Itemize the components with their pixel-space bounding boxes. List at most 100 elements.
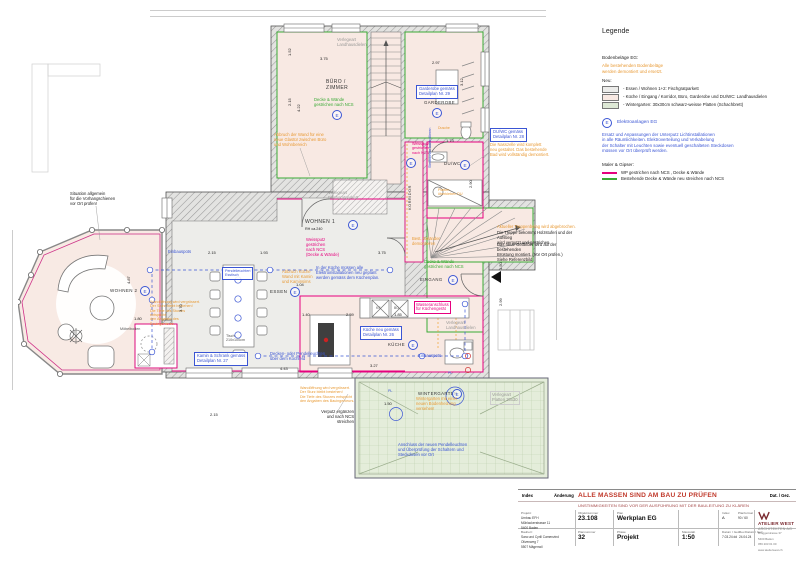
project-value: Umbau EFH Mühlackerstrasse 11 5400 Baden (521, 516, 550, 530)
note-dusche: Dusche (438, 126, 450, 130)
scale-value: 1:50 (682, 534, 695, 541)
electro-marker: E (448, 275, 458, 285)
detail-ref-garderobe: Garderobe gemäss Detailplan Nr. 29 (416, 85, 458, 99)
parquet-swatch (602, 86, 619, 93)
legend-neu-label: Neu: (602, 78, 798, 83)
legend-floor-heading: Bodenbeläge EG: (602, 55, 798, 60)
dimension: 3.75 (320, 56, 328, 61)
electro-marker: E (432, 108, 442, 118)
legend-floor-note: Alle bestehenden Bodenbeläge werden demo… (602, 63, 798, 74)
dimension: 2.59 (346, 312, 354, 317)
dimension: 3.12 (459, 78, 464, 86)
dimension: 1.50 (384, 401, 392, 406)
dim-chain-line (150, 16, 546, 17)
maler-label: WP gestrichen nach NCS , Decke & Wände (621, 171, 704, 176)
project-cell: Projekt: Umbau EFH Mühlackerstrasse 11 5… (521, 511, 573, 530)
rev-date-value: 24.04.24 (739, 535, 751, 539)
dimension: 2.15 (287, 98, 292, 106)
flooring-note: Verlegeart Fischgratparkett (328, 191, 358, 201)
note-wasseranschluss: Wasseranschluss für Küchengerät (414, 301, 451, 314)
dimension: 4.22 (296, 104, 301, 112)
plan-number-cell: Plannummer 32 (578, 530, 596, 541)
architect-address-cell: Bruggerstrasse 37 5400 Baden 056 203 01 … (758, 530, 796, 553)
dimension: 3.70 (178, 304, 183, 312)
phase-cell: Phase Projekt (617, 530, 639, 541)
title-block-header: Index Änderung ALLE MASSEN SIND AM BAU Z… (518, 490, 796, 502)
legend: Legende Bodenbeläge EG: Alle bestehenden… (602, 28, 798, 181)
dimension: 4.43 (280, 366, 288, 371)
appliance-label-ks: KS (376, 306, 381, 310)
atelier-west-logo-icon (758, 511, 770, 521)
date-label: Datum / Gez. (722, 530, 740, 534)
phase-value: Projekt (617, 534, 639, 541)
detail-ref-kueche: Küche neu gemäss Detailplan Nr. 26 (360, 326, 402, 340)
electro-marker: E (290, 287, 300, 297)
dim-chain-line (150, 10, 546, 11)
swatch-label: - Küche / Eingang / Korridor, Büro, Gard… (623, 95, 767, 100)
legend-maler-row: WP gestrichen nach NCS , Decke & Wände (602, 171, 798, 176)
legend-maler-heading: Maler & Gipser: (602, 162, 798, 167)
moebelboden-label: Möbelboden (120, 327, 140, 331)
discrepancy-warning: UNSTIMMIGKEITEN SIND VOR DER AUSFÜHRUNG … (578, 503, 749, 508)
dimension: 2.90 (468, 180, 473, 188)
electro-marker: E (140, 286, 150, 296)
index-column-label: Index (522, 493, 533, 498)
electro-marker: E (332, 110, 342, 120)
note-pendelleuchten-esstisch: Pendelleuchten Esstisch (222, 267, 253, 280)
dimension: 2.15 (208, 250, 216, 255)
wp-color-bar (602, 172, 617, 175)
note-steckdosen: Steckdosen kontrollieren (428, 128, 432, 168)
note-glastuer: Abbruch der Wand für eine neue Glastür z… (274, 133, 326, 148)
dimension: 1.52 (287, 48, 292, 56)
index-cell: Index A (722, 511, 730, 520)
electro-marker: E (460, 160, 470, 170)
dimension: 2.99 (498, 298, 503, 306)
architect-cell: ATELIER WEST ARCHITEKTEN AG (758, 511, 796, 531)
electro-marker: E (602, 118, 612, 128)
bestand-color-bar (602, 178, 617, 181)
note-wandoeffnung: Wandöffnung wird vergrössert. Der Sturz … (300, 386, 358, 403)
firm-name: ATELIER WEST (758, 521, 794, 526)
room-label-wohnen1: WOHNEN 1 (305, 220, 335, 226)
dimension: 2.15 (210, 412, 218, 417)
appliance-label-bo: BO (394, 306, 399, 310)
note-pendel-anschluss: Anschluss der neuen Pendelleuchten und Ü… (398, 443, 467, 458)
note-einbauspots: Einbauspots (418, 354, 441, 359)
dim-chain-line (12, 230, 13, 390)
room-label-buero: BÜRO / ZIMMER (326, 80, 348, 92)
title-block: Index Änderung ALLE MASSEN SIND AM BAU Z… (518, 489, 796, 548)
note-decke-waende: Decke & Wände gestrichen nach NCS (314, 98, 354, 108)
client-label: Bauherr: (521, 530, 573, 534)
plan-number-value: 32 (578, 534, 585, 541)
project-label: Projekt: (521, 511, 573, 515)
legend-swatch-row: - Wintergarten: 30x30cm schwarz-weisse P… (602, 102, 798, 109)
note-verputz: Verputz ergänzen und nach NCS streichen (300, 410, 354, 425)
tile-swatch (602, 102, 619, 109)
note-einbauspots: Einbauspots (168, 250, 191, 255)
room-label-garderobe: GARDEROBE (424, 100, 455, 105)
note-weissputz-wohnen: Weissputz gestrichen nach NCS (Decke & W… (306, 238, 339, 258)
note-gelaender-montage: Das neue Geländer wird auf der bestehend… (497, 243, 577, 263)
legend-title: Legende (602, 28, 798, 35)
note-weissputz-duwc: Weissputz gestrichen nach NCS (412, 142, 429, 155)
masses-warning: ALLE MASSEN SIND AM BAU ZU PRÜFEN (578, 492, 717, 499)
note-bodenheizung: Wintergarten mit einer neuen Bodenheizun… (416, 397, 457, 412)
flooring-note: Verlegeart Landhausdielen (337, 38, 367, 48)
pendant-light-label: PL (388, 389, 392, 393)
plank-swatch (602, 94, 619, 101)
dimension: 1.73 (446, 138, 454, 143)
firm-address: Bruggerstrasse 37 5400 Baden 056 203 01 … (758, 531, 783, 552)
dimension: 4.87 (126, 276, 131, 284)
room-label-eingang: EINGANG (420, 277, 443, 282)
format-cell: Planformat 90 / 60 (738, 511, 753, 520)
date-cell: Datum / Gez. 7.03.24 dd (722, 530, 740, 539)
note-wandoeffnung: Wandöffnung wird vergrössert. Der Sturz … (150, 300, 200, 326)
dimension: 1.40 (302, 312, 310, 317)
dimension: 1.04 (296, 282, 304, 287)
swatch-label: - Essen / Wohnen 1+2: Fischgratparkett (623, 87, 699, 92)
dimension: 1.93 (260, 250, 268, 255)
index-value: A (722, 515, 725, 520)
dimension: 1.80 (134, 316, 142, 321)
note-gelaender-demontage: Best. Geländer demontieren (412, 237, 440, 247)
note-kueche-elektro: In der Küche müssen alle Elektroinstalla… (316, 266, 379, 281)
